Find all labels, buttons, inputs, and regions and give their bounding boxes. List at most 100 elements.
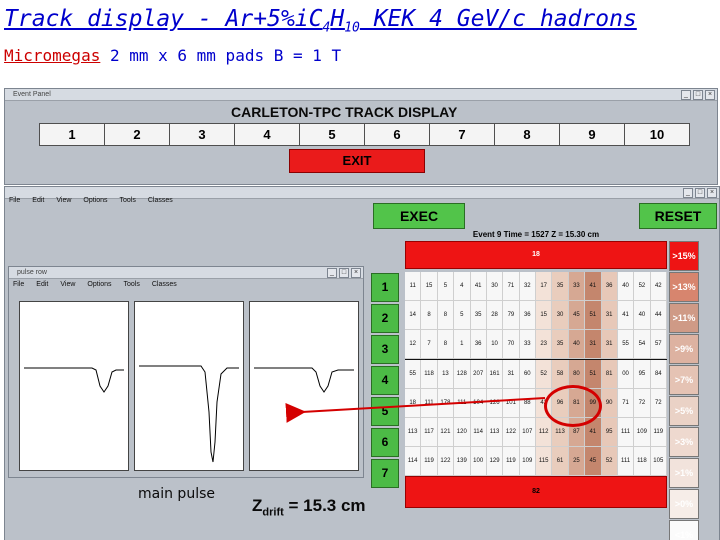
menu-options[interactable]: Options [87,281,111,288]
event-button-9[interactable]: 9 [559,123,625,146]
menu-options[interactable]: Options [83,197,107,204]
pad-cell[interactable]: 17 [536,272,553,301]
pad-cell[interactable]: 36 [519,301,536,330]
pad-cell[interactable]: 15 [536,301,553,330]
menu-tools[interactable]: Tools [120,197,136,204]
pad-cell[interactable]: 25 [568,447,586,476]
pad-cell[interactable]: 41 [585,272,602,301]
pad-cell[interactable]: 105 [650,447,667,476]
pad-cell[interactable]: 8 [421,301,438,330]
event-button-6[interactable]: 6 [364,123,430,146]
pad-cell[interactable]: 122 [503,418,520,447]
exec-button[interactable]: EXEC [373,203,465,229]
pad-cell[interactable]: 31 [601,301,618,330]
close-icon[interactable]: × [351,268,361,278]
pad-cell[interactable]: 51 [585,301,602,330]
menu-tools[interactable]: Tools [124,281,140,288]
row-button-3[interactable]: 3 [371,335,399,364]
pad-cell[interactable]: 95 [634,360,651,389]
maximize-icon[interactable]: □ [693,90,703,100]
pad-cell[interactable]: 113 [486,418,504,447]
pad-cell[interactable]: 119 [650,418,667,447]
pad-cell[interactable]: 79 [503,301,520,330]
pad-cell[interactable]: 71 [617,389,635,418]
pad-cell[interactable]: 5 [454,301,471,330]
pad-cell[interactable]: 45 [585,447,602,476]
pad-cell[interactable]: 30 [552,301,569,330]
event-button-8[interactable]: 8 [494,123,560,146]
pad-cell[interactable]: 31 [601,330,618,359]
pad-cell[interactable]: 121 [437,418,455,447]
pad-cell[interactable]: 35 [552,330,569,359]
pad-cell[interactable]: 10 [486,330,504,359]
pad-cell[interactable]: 32 [519,272,536,301]
pad-cell[interactable]: 207 [470,360,487,389]
pad-cell[interactable]: 72 [650,389,667,418]
pad-cell[interactable]: 72 [634,389,651,418]
pad-cell[interactable]: 14 [405,301,422,330]
pad-cell[interactable]: 95 [601,418,618,447]
pad-cell[interactable]: 88 [519,389,536,418]
pad-cell[interactable]: 00 [617,360,635,389]
pad-cell[interactable]: 28 [486,301,504,330]
minimize-icon[interactable]: _ [327,268,337,278]
pad-cell[interactable]: 42 [650,272,667,301]
pad-cell[interactable]: 52 [634,272,651,301]
reset-button[interactable]: RESET [639,203,717,229]
pad-cell[interactable]: 111 [421,389,438,418]
pad-cell[interactable]: 111 [454,389,471,418]
pad-cell[interactable]: 41 [470,272,487,301]
menu-file[interactable]: File [9,197,20,204]
pad-cell[interactable]: 57 [650,330,667,359]
pad-cell[interactable]: 54 [634,330,651,359]
row-button-7[interactable]: 7 [371,459,399,488]
menu-view[interactable]: View [56,197,71,204]
pad-cell[interactable]: 90 [601,389,618,418]
pad-cell[interactable]: 107 [519,418,536,447]
pad-cell[interactable]: 114 [470,418,487,447]
menu-classes[interactable]: Classes [148,197,173,204]
maximize-icon[interactable]: □ [695,188,705,198]
pad-cell[interactable]: 126 [486,389,504,418]
pad-cell[interactable]: 31 [503,360,520,389]
pad-cell[interactable]: 31 [585,330,602,359]
pad-cell[interactable]: 23 [536,330,553,359]
pad-cell[interactable]: 36 [470,330,487,359]
pad-cell[interactable]: 36 [601,272,618,301]
pad-cell[interactable]: 52 [601,447,618,476]
pad-cell[interactable]: 139 [454,447,471,476]
pad-cell[interactable]: 35 [552,272,569,301]
menu-file[interactable]: File [13,281,24,288]
pad-cell[interactable]: 178 [437,389,455,418]
menu-edit[interactable]: Edit [36,281,48,288]
event-button-1[interactable]: 1 [39,123,105,146]
menu-classes[interactable]: Classes [152,281,177,288]
pad-cell[interactable]: 40 [568,330,586,359]
exit-button[interactable]: EXIT [289,149,425,173]
pad-cell[interactable]: 111 [617,418,635,447]
pad-cell[interactable]: 13 [437,360,455,389]
close-icon[interactable]: × [707,188,717,198]
event-button-7[interactable]: 7 [429,123,495,146]
pad-cell[interactable]: 101 [503,389,520,418]
pad-cell[interactable]: 120 [454,418,471,447]
pad-cell[interactable]: 119 [421,447,438,476]
pad-cell[interactable]: 40 [617,272,635,301]
pad-cell[interactable]: 118 [634,447,651,476]
event-button-4[interactable]: 4 [234,123,300,146]
pad-cell[interactable]: 60 [519,360,536,389]
pad-cell[interactable]: 11 [405,272,422,301]
pad-cell[interactable]: 4 [454,272,471,301]
pad-cell[interactable]: 71 [503,272,520,301]
pad-cell[interactable]: 129 [486,447,504,476]
minimize-icon[interactable]: _ [683,188,693,198]
pad-cell[interactable]: 30 [486,272,504,301]
pad-cell[interactable]: 61 [552,447,569,476]
pad-cell[interactable]: 70 [503,330,520,359]
pad-cell[interactable]: 100 [470,447,487,476]
pad-cell[interactable]: 33 [568,272,586,301]
pad-cell[interactable]: 81 [601,360,618,389]
pad-cell[interactable]: 8 [437,330,455,359]
pad-cell[interactable]: 111 [617,447,635,476]
menu-edit[interactable]: Edit [32,197,44,204]
